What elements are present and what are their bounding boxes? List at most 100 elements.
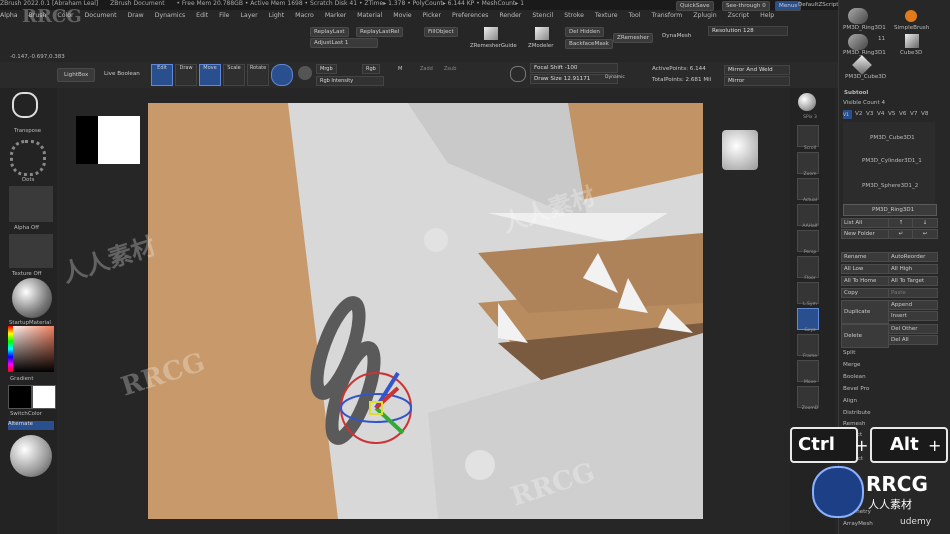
zoomd-button[interactable] <box>797 386 819 408</box>
v2-button[interactable]: V2 <box>855 111 862 117</box>
v7-button[interactable]: V7 <box>910 111 917 117</box>
menu-item[interactable]: Document <box>85 12 117 19</box>
gxyz-button[interactable] <box>797 308 819 330</box>
menu-item[interactable]: Layer <box>240 12 257 19</box>
replay-last-rel-button[interactable]: ReplayLastRel <box>356 27 404 37</box>
v3-button[interactable]: V3 <box>866 111 873 117</box>
merge-section[interactable]: Merge <box>843 362 860 368</box>
subtool-item-selected[interactable]: PM3D_Ring3D1 <box>843 204 937 216</box>
material-sphere[interactable] <box>12 278 52 318</box>
menu-item[interactable]: Stencil <box>532 12 553 19</box>
append-button[interactable]: Append <box>888 300 938 310</box>
auto-reorder-button[interactable]: AutoReorder <box>888 252 938 262</box>
arrow-up-icon[interactable]: ↑ <box>888 218 914 228</box>
all-high-button[interactable]: All High <box>888 264 938 274</box>
move-mode-button[interactable]: Move <box>199 64 221 86</box>
see-through-slider[interactable]: See-through 0 <box>722 1 770 11</box>
distribute-section[interactable]: Distribute <box>843 410 871 416</box>
split-section[interactable]: Split <box>843 350 855 356</box>
draw-mode-button[interactable]: Draw <box>175 64 197 86</box>
menu-item[interactable]: Zplugin <box>693 12 716 19</box>
menu-item[interactable]: Dynamics <box>155 12 186 19</box>
del-other-button[interactable]: Del Other <box>888 324 938 334</box>
alternate-button[interactable]: Alternate <box>8 421 54 430</box>
menu-item[interactable]: File <box>219 12 229 19</box>
actual-button[interactable] <box>797 178 819 200</box>
insert-button[interactable]: Insert <box>888 311 938 321</box>
lightbox-button[interactable]: LightBox <box>57 68 96 82</box>
stroke-dots-icon[interactable] <box>10 140 46 176</box>
menu-item[interactable]: Stroke <box>564 12 584 19</box>
mirror-button[interactable]: Mirror <box>724 76 790 86</box>
live-boolean-button[interactable]: Live Boolean <box>104 71 140 77</box>
bevel-pro-section[interactable]: Bevel Pro <box>843 386 869 392</box>
v5-button[interactable]: V5 <box>888 111 895 117</box>
menu-item[interactable]: Edit <box>196 12 208 19</box>
menu-item[interactable]: Tool <box>629 12 641 19</box>
zsub-button[interactable]: Zsub <box>444 66 456 72</box>
subtool-item[interactable]: PM3D_Cylinder3D1_1 <box>862 158 922 164</box>
dynamesh-button[interactable]: DynaMesh <box>662 33 691 39</box>
boolean-section[interactable]: Boolean <box>843 374 866 380</box>
ring-thumbnail[interactable] <box>848 8 868 24</box>
focal-shift-slider[interactable]: Focal Shift -100 <box>530 63 618 73</box>
del-hidden-button[interactable]: Del Hidden <box>565 27 604 37</box>
subtool-item[interactable]: PM3D_Sphere3D1_2 <box>862 183 918 189</box>
menu-item[interactable]: Macro <box>295 12 314 19</box>
arrow-turn-icon[interactable]: ↵ <box>888 229 914 239</box>
color-picker[interactable] <box>8 326 54 372</box>
frame-button[interactable] <box>797 334 819 356</box>
zmodeler-button[interactable]: ZModeler <box>528 43 553 49</box>
rgb-intensity-slider[interactable]: Rgb Intensity <box>316 76 384 86</box>
new-folder-button[interactable]: New Folder <box>841 229 889 239</box>
replay-last-button[interactable]: ReplayLast <box>310 27 349 37</box>
bpr-sphere-icon[interactable] <box>798 93 816 111</box>
zremesher-button[interactable]: ZRemesher <box>613 33 653 43</box>
zremesher-guide-button[interactable]: ZRemesherGuide <box>470 43 517 49</box>
rotate-mode-button[interactable]: Rotate <box>247 64 269 86</box>
m-button[interactable]: M <box>398 66 402 72</box>
array-mesh-section[interactable]: ArrayMesh <box>843 521 873 527</box>
align-section[interactable]: Align <box>843 398 857 404</box>
list-all-button[interactable]: List All <box>841 218 889 228</box>
texture-slot[interactable] <box>9 234 53 268</box>
v6-button[interactable]: V6 <box>899 111 906 117</box>
alpha-slot[interactable] <box>9 186 53 222</box>
menu-item[interactable]: Preferences <box>452 12 488 19</box>
resolution-slider[interactable]: Resolution 128 <box>708 26 788 36</box>
gizmo-icon[interactable] <box>271 64 293 86</box>
menu-item[interactable]: Help <box>760 12 774 19</box>
backface-mask-button[interactable]: BackfaceMask <box>565 39 613 49</box>
v1-button[interactable]: V1 <box>843 110 852 119</box>
menu-item[interactable]: Movie <box>393 12 411 19</box>
secondary-color-swatch[interactable] <box>32 385 56 409</box>
transpose-brush-icon[interactable] <box>12 92 38 118</box>
mrgb-button[interactable]: Mrgb <box>316 64 337 74</box>
menu-item[interactable]: Zscript <box>728 12 749 19</box>
persp-button[interactable] <box>797 230 819 252</box>
menu-item[interactable]: Picker <box>423 12 441 19</box>
quicksave-button[interactable]: QuickSave <box>676 1 714 11</box>
menu-item[interactable]: Light <box>269 12 284 19</box>
primary-color-swatch[interactable] <box>8 385 32 409</box>
aahalf-button[interactable] <box>797 204 819 226</box>
scale-mode-button[interactable]: Scale <box>223 64 245 86</box>
menu-item[interactable]: Alpha <box>0 12 18 19</box>
mirror-and-weld-button[interactable]: Mirror And Weld <box>724 65 790 75</box>
hue-strip[interactable] <box>8 326 13 372</box>
dynamic-toggle[interactable]: Dynamic <box>605 75 625 80</box>
ring-thumbnail[interactable] <box>848 34 868 50</box>
fill-object-button[interactable]: FillObject <box>424 27 458 37</box>
simple-brush-icon[interactable] <box>905 10 917 22</box>
zoom-button[interactable] <box>797 152 819 174</box>
del-all-button[interactable]: Del All <box>888 335 938 345</box>
menu-item[interactable]: Draw <box>128 12 144 19</box>
navigation-head-gizmo[interactable] <box>722 130 758 170</box>
rename-button[interactable]: Rename <box>841 252 889 262</box>
all-low-button[interactable]: All Low <box>841 264 889 274</box>
rgb-button[interactable]: Rgb <box>362 64 380 74</box>
copy-button[interactable]: Copy <box>841 288 889 298</box>
scroll-button[interactable] <box>797 125 819 147</box>
all-to-target-button[interactable]: All To Target <box>888 276 938 286</box>
paste-button[interactable]: Paste <box>888 288 938 298</box>
